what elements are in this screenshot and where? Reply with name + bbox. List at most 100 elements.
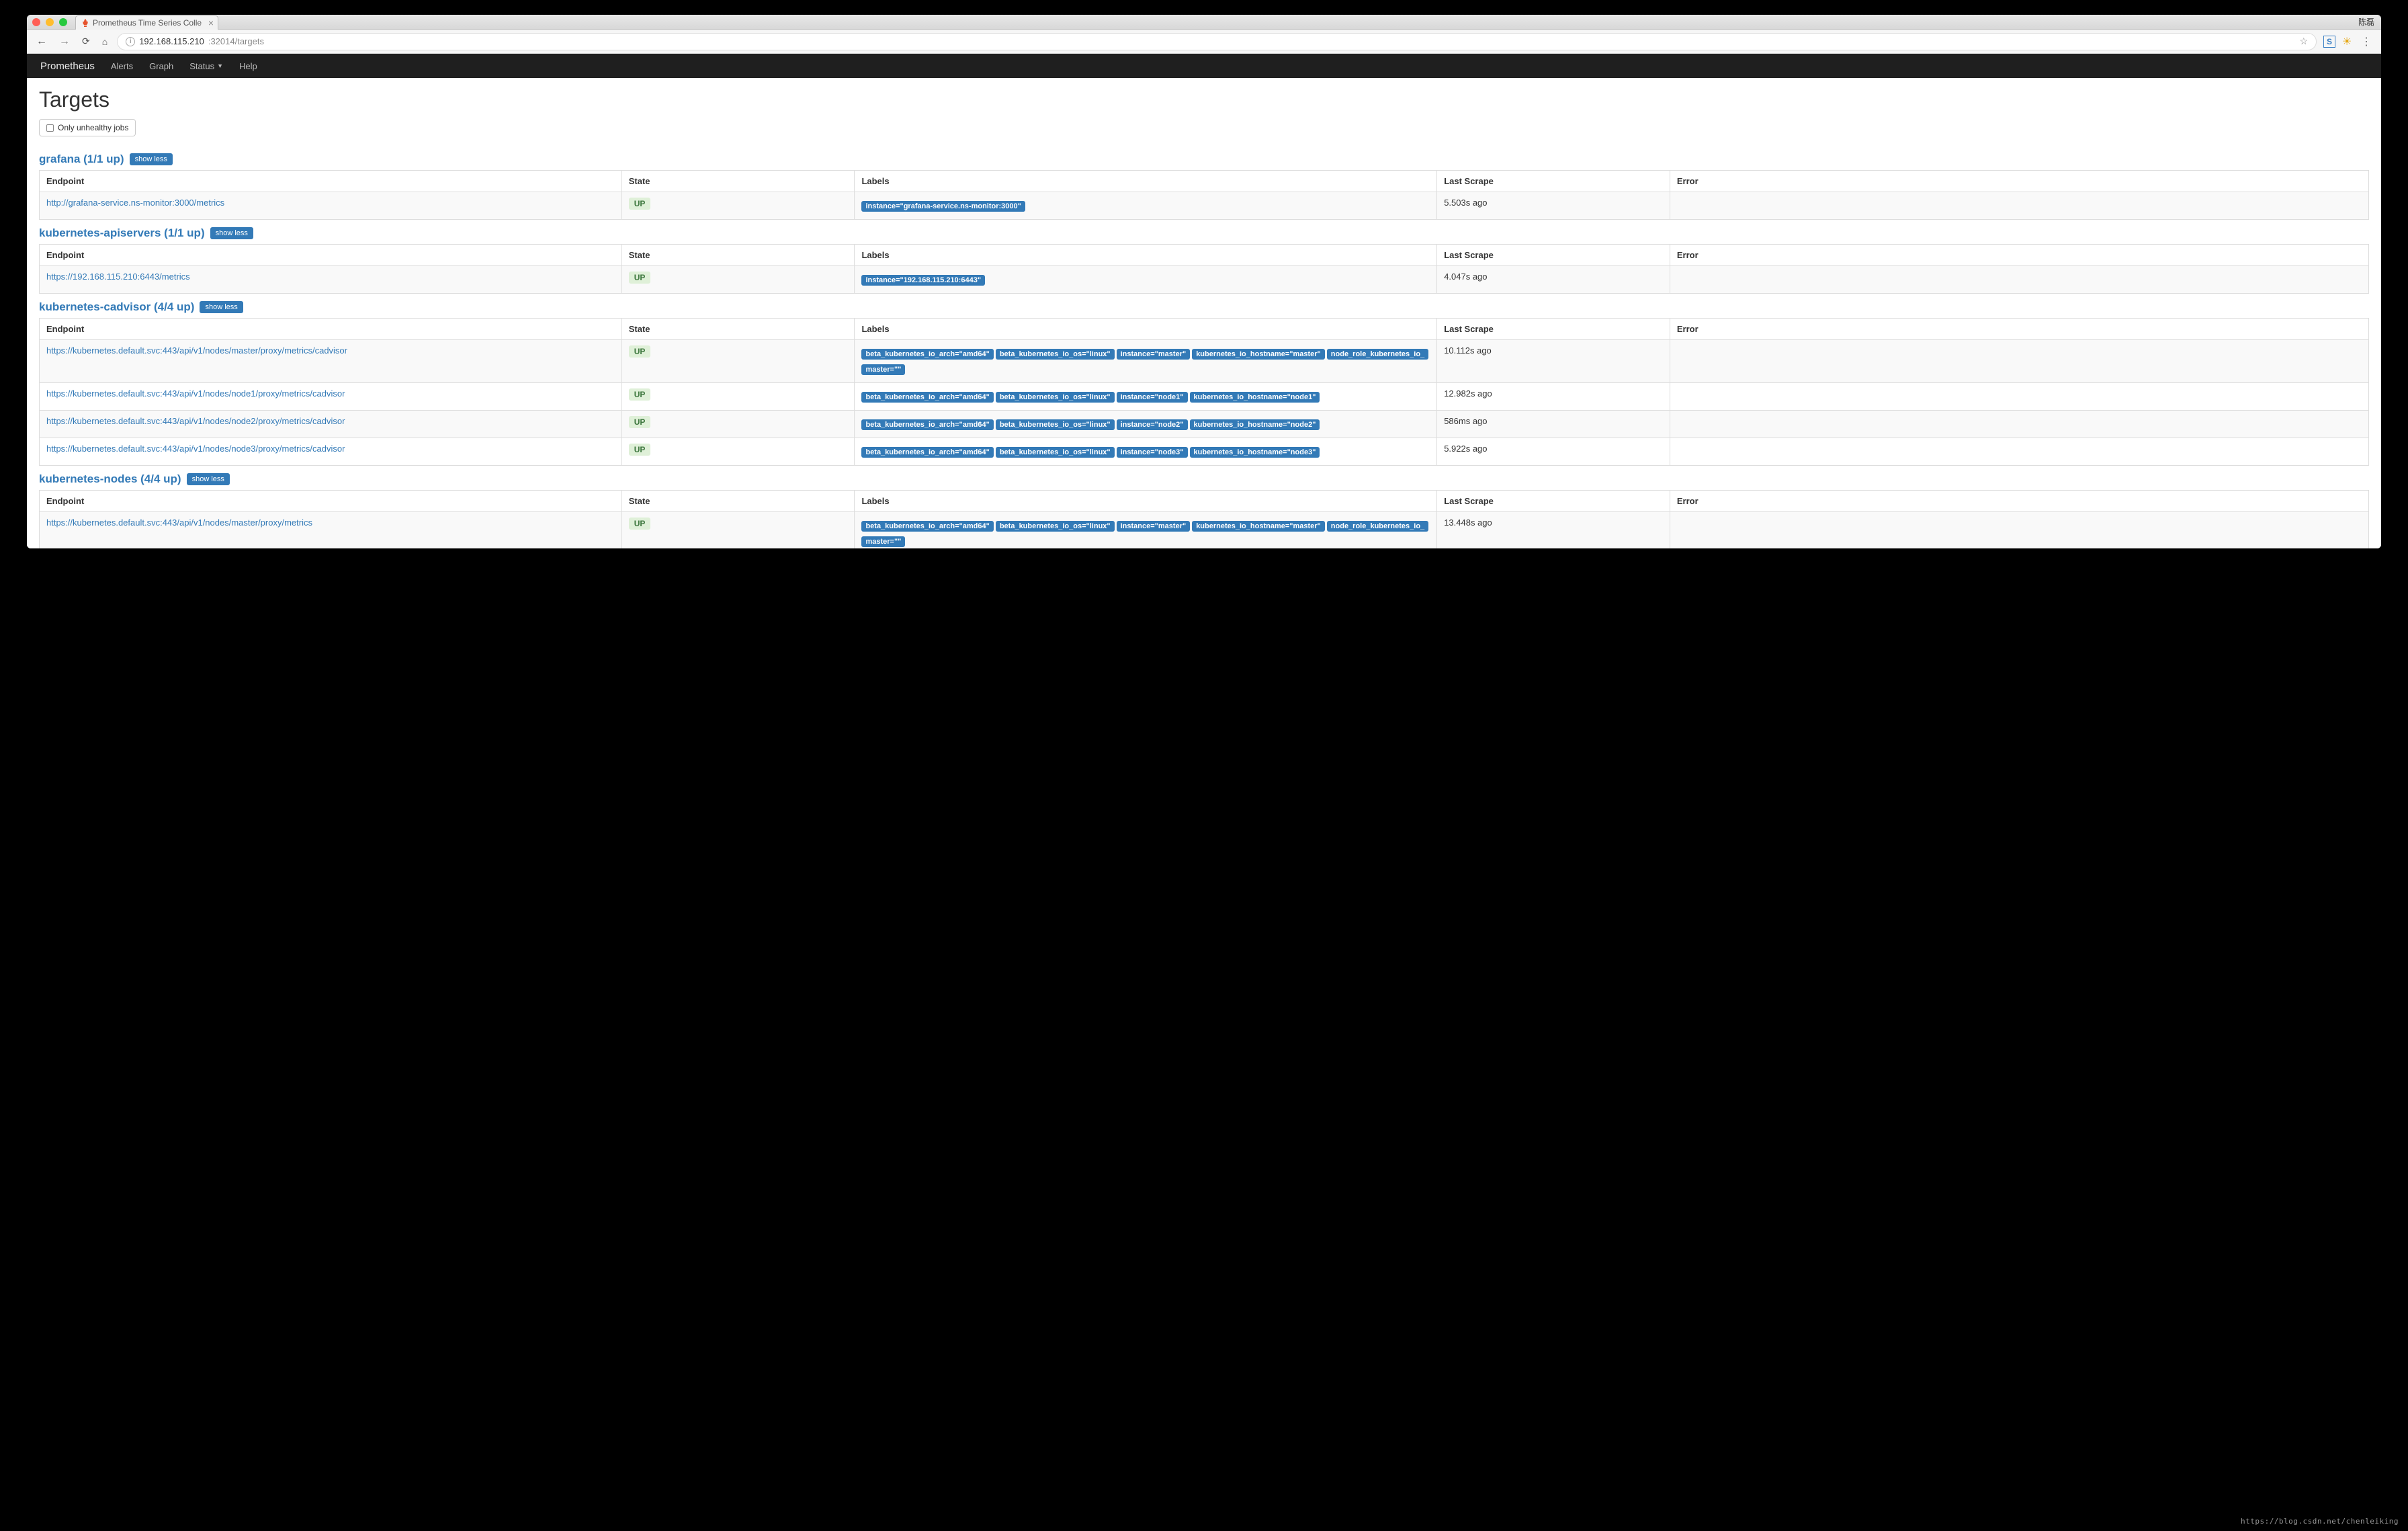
th-error: Error [1670,318,2368,339]
back-button[interactable]: ← [34,36,50,48]
th-endpoint: Endpoint [40,490,622,511]
error-cell [1670,339,2368,383]
label-badge: instance="node1" [1117,392,1188,403]
navbar-brand[interactable]: Prometheus [40,60,95,72]
extension-s-icon[interactable]: S [2323,36,2335,48]
th-labels: Labels [855,171,1437,192]
label-badge: beta_kubernetes_io_os="linux" [996,419,1115,430]
show-less-button[interactable]: show less [210,227,253,239]
nav-status-label: Status [189,61,214,71]
th-error: Error [1670,244,2368,265]
th-labels: Labels [855,244,1437,265]
label-badge: beta_kubernetes_io_arch="amd64" [861,392,993,403]
job-title-link[interactable]: kubernetes-apiservers (1/1 up) [39,226,205,240]
maximize-window-button[interactable] [59,18,67,26]
nav-graph[interactable]: Graph [149,61,173,71]
forward-button[interactable]: → [56,36,73,48]
label-badge: instance="master" [1117,521,1191,532]
last-scrape-cell: 4.047s ago [1437,265,1670,293]
reload-button[interactable]: ⟳ [79,36,93,47]
job-title-link[interactable]: kubernetes-cadvisor (4/4 up) [39,300,194,314]
th-state: State [621,490,855,511]
label-badge: beta_kubernetes_io_arch="amd64" [861,419,993,430]
th-endpoint: Endpoint [40,244,622,265]
address-bar[interactable]: i 192.168.115.210:32014/targets ☆ [117,33,2317,50]
th-state: State [621,318,855,339]
state-badge: UP [629,345,651,358]
close-window-button[interactable] [32,18,40,26]
checkbox-icon [46,124,54,132]
nav-help[interactable]: Help [239,61,257,71]
last-scrape-cell: 5.922s ago [1437,438,1670,465]
job-header: kubernetes-cadvisor (4/4 up) show less [39,300,2369,314]
label-badge: beta_kubernetes_io_os="linux" [996,447,1115,458]
labels-cell: beta_kubernetes_io_arch="amd64"beta_kube… [855,438,1437,465]
label-badge: kubernetes_io_hostname="node2" [1190,419,1320,430]
extension-sun-icon[interactable]: ☀ [2341,36,2353,48]
only-unhealthy-label: Only unhealthy jobs [58,123,128,132]
endpoint-link[interactable]: https://192.168.115.210:6443/metrics [46,272,190,282]
endpoint-link[interactable]: https://kubernetes.default.svc:443/api/v… [46,416,345,426]
endpoint-link[interactable]: https://kubernetes.default.svc:443/api/v… [46,388,345,399]
browser-toolbar: ← → ⟳ ⌂ i 192.168.115.210:32014/targets … [27,30,2381,54]
label-badge: instance="master" [1117,349,1191,360]
label-badge: kubernetes_io_hostname="master" [1192,521,1325,532]
label-badge: kubernetes_io_hostname="node3" [1190,447,1320,458]
job-header: kubernetes-apiservers (1/1 up) show less [39,226,2369,240]
watermark: https://blog.csdn.net/chenleiking [2241,1517,2399,1526]
prometheus-navbar: Prometheus Alerts Graph Status ▼ Help [27,54,2381,78]
state-badge: UP [629,518,651,530]
error-cell [1670,438,2368,465]
nav-status[interactable]: Status ▼ [189,61,223,71]
bookmark-star-icon[interactable]: ☆ [2299,36,2308,47]
state-badge: UP [629,444,651,456]
show-less-button[interactable]: show less [130,153,173,165]
job-title-link[interactable]: grafana (1/1 up) [39,153,124,166]
state-badge: UP [629,272,651,284]
labels-cell: beta_kubernetes_io_arch="amd64"beta_kube… [855,511,1437,548]
th-endpoint: Endpoint [40,318,622,339]
label-badge: beta_kubernetes_io_os="linux" [996,349,1115,360]
endpoint-link[interactable]: https://kubernetes.default.svc:443/api/v… [46,345,347,356]
tab-title: Prometheus Time Series Colle [93,18,202,28]
error-cell [1670,383,2368,411]
only-unhealthy-button[interactable]: Only unhealthy jobs [39,119,136,136]
label-badge: beta_kubernetes_io_os="linux" [996,521,1115,532]
minimize-window-button[interactable] [46,18,54,26]
browser-window: Prometheus Time Series Colle × 陈磊 ← → ⟳ … [27,15,2381,548]
endpoint-link[interactable]: https://kubernetes.default.svc:443/api/v… [46,444,345,454]
endpoint-link[interactable]: https://kubernetes.default.svc:443/api/v… [46,518,312,528]
error-cell [1670,410,2368,438]
chrome-profile-name[interactable]: 陈磊 [2358,16,2374,28]
state-badge: UP [629,416,651,428]
last-scrape-cell: 12.982s ago [1437,383,1670,411]
targets-table: EndpointStateLabelsLast ScrapeErrorhttp:… [39,170,2369,220]
targets-table: EndpointStateLabelsLast ScrapeErrorhttps… [39,490,2369,548]
targets-table: EndpointStateLabelsLast ScrapeErrorhttps… [39,318,2369,466]
show-less-button[interactable]: show less [200,301,243,313]
target-row: https://kubernetes.default.svc:443/api/v… [40,383,2369,411]
browser-tab[interactable]: Prometheus Time Series Colle × [75,15,218,30]
home-button[interactable]: ⌂ [99,36,110,47]
labels-cell: beta_kubernetes_io_arch="amd64"beta_kube… [855,383,1437,411]
endpoint-link[interactable]: http://grafana-service.ns-monitor:3000/m… [46,198,224,208]
prometheus-favicon-icon [81,19,89,27]
error-cell [1670,192,2368,220]
th-error: Error [1670,171,2368,192]
label-badge: instance="node3" [1117,447,1188,458]
state-badge: UP [629,388,651,401]
th-state: State [621,171,855,192]
th-endpoint: Endpoint [40,171,622,192]
nav-alerts[interactable]: Alerts [111,61,133,71]
th-labels: Labels [855,490,1437,511]
job-title-link[interactable]: kubernetes-nodes (4/4 up) [39,472,181,486]
chrome-menu-icon[interactable]: ⋮ [2358,35,2374,48]
job-header: kubernetes-nodes (4/4 up) show less [39,472,2369,486]
last-scrape-cell: 13.448s ago [1437,511,1670,548]
last-scrape-cell: 10.112s ago [1437,339,1670,383]
page-content: Targets Only unhealthy jobs grafana (1/1… [27,78,2381,548]
site-info-icon[interactable]: i [126,37,135,46]
show-less-button[interactable]: show less [187,473,230,485]
th-last-scrape: Last Scrape [1437,244,1670,265]
tab-close-icon[interactable]: × [208,17,214,28]
